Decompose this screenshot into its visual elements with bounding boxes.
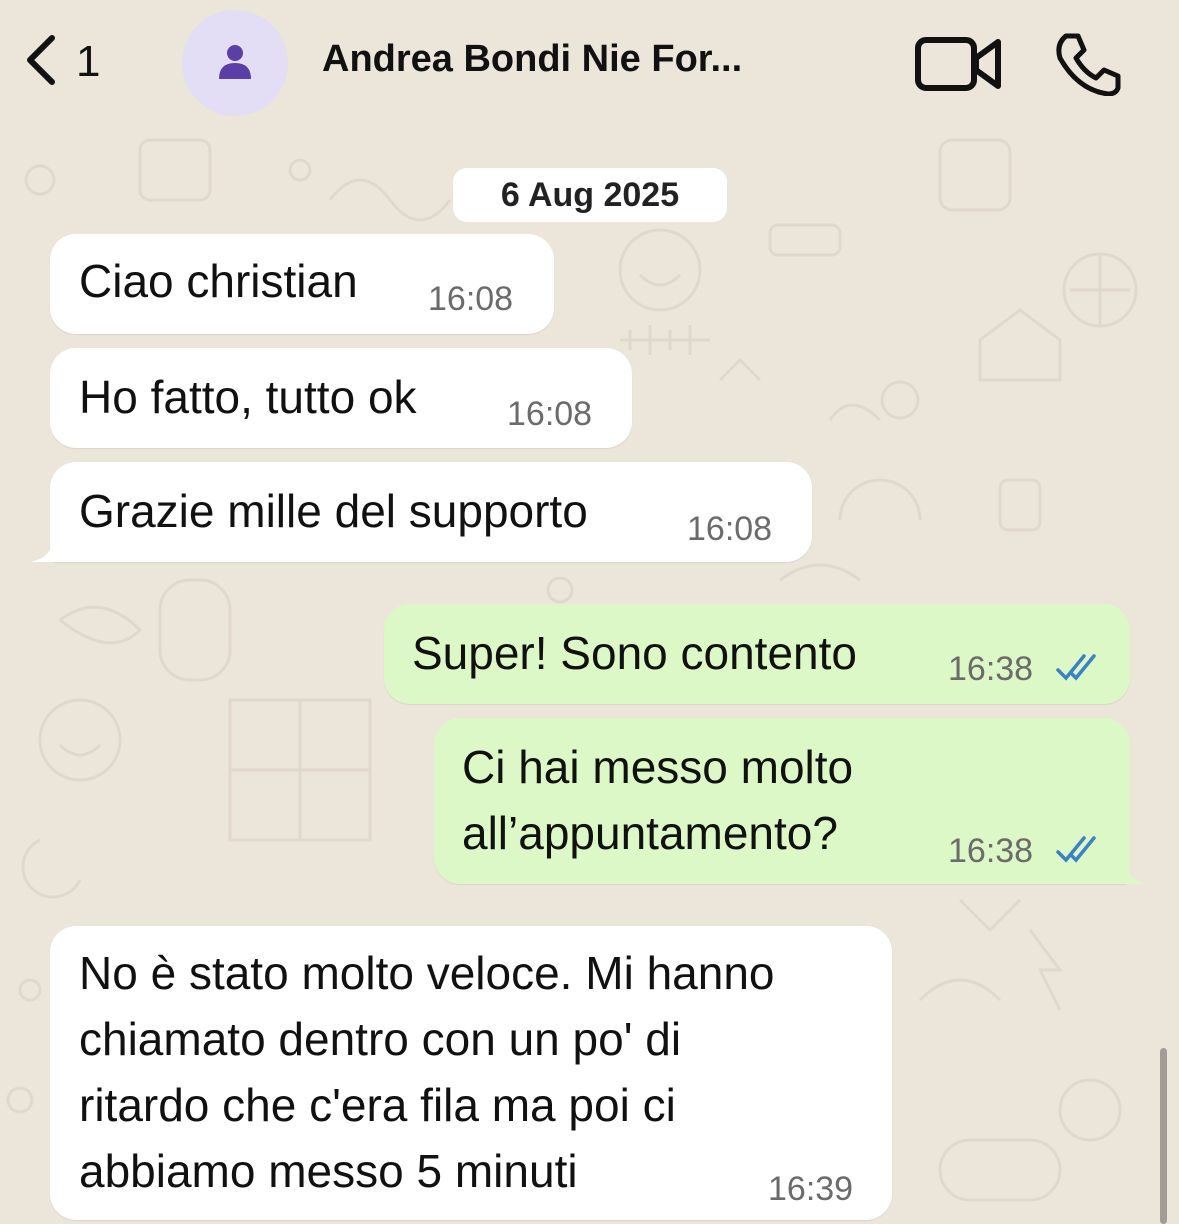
bubble-tail [30,532,70,562]
message-text: Ciao christian [79,255,358,307]
message-text-line: chiamato dentro con un po' di [79,1013,682,1065]
read-receipt-icon [1056,654,1096,681]
message-text-line: all’appuntamento? [462,807,838,859]
chevron-left-icon [22,32,62,93]
message-time: 16:38 [948,650,1034,688]
phone-icon [1056,33,1121,97]
date-separator: 6 Aug 2025 [453,168,727,222]
video-call-button[interactable] [914,34,1004,94]
message-time: 16:39 [768,1170,854,1208]
message-time: 16:38 [948,832,1034,870]
back-button[interactable]: 1 [22,32,132,92]
message-time: 16:08 [687,510,773,548]
message-text: Ho fatto, tutto ok [79,371,417,423]
video-camera-icon [915,37,1001,91]
message-text: Grazie mille del supporto [79,485,588,537]
unread-count: 1 [76,37,101,86]
scrollbar[interactable] [1160,1048,1167,1224]
message-text-line: No è stato molto veloce. Mi hanno [79,947,775,999]
avatar[interactable] [182,10,288,116]
chat-header: 1 Andrea Bondi Nie For... [0,0,1179,126]
message-text-line: Ci hai messo molto [462,741,854,793]
message-text: Super! Sono contento [412,627,857,679]
voice-call-button[interactable] [1052,30,1122,97]
message-time: 16:08 [428,280,514,318]
read-receipt-icon [1056,836,1096,863]
message-text-line: abbiamo messo 5 minuti [79,1145,578,1197]
person-icon [215,41,255,86]
message-time: 16:08 [507,395,593,433]
message-text-line: ritardo che c'era fila ma poi ci [79,1079,676,1131]
contact-name[interactable]: Andrea Bondi Nie For... [322,38,742,81]
bubble-tail [1108,854,1148,884]
